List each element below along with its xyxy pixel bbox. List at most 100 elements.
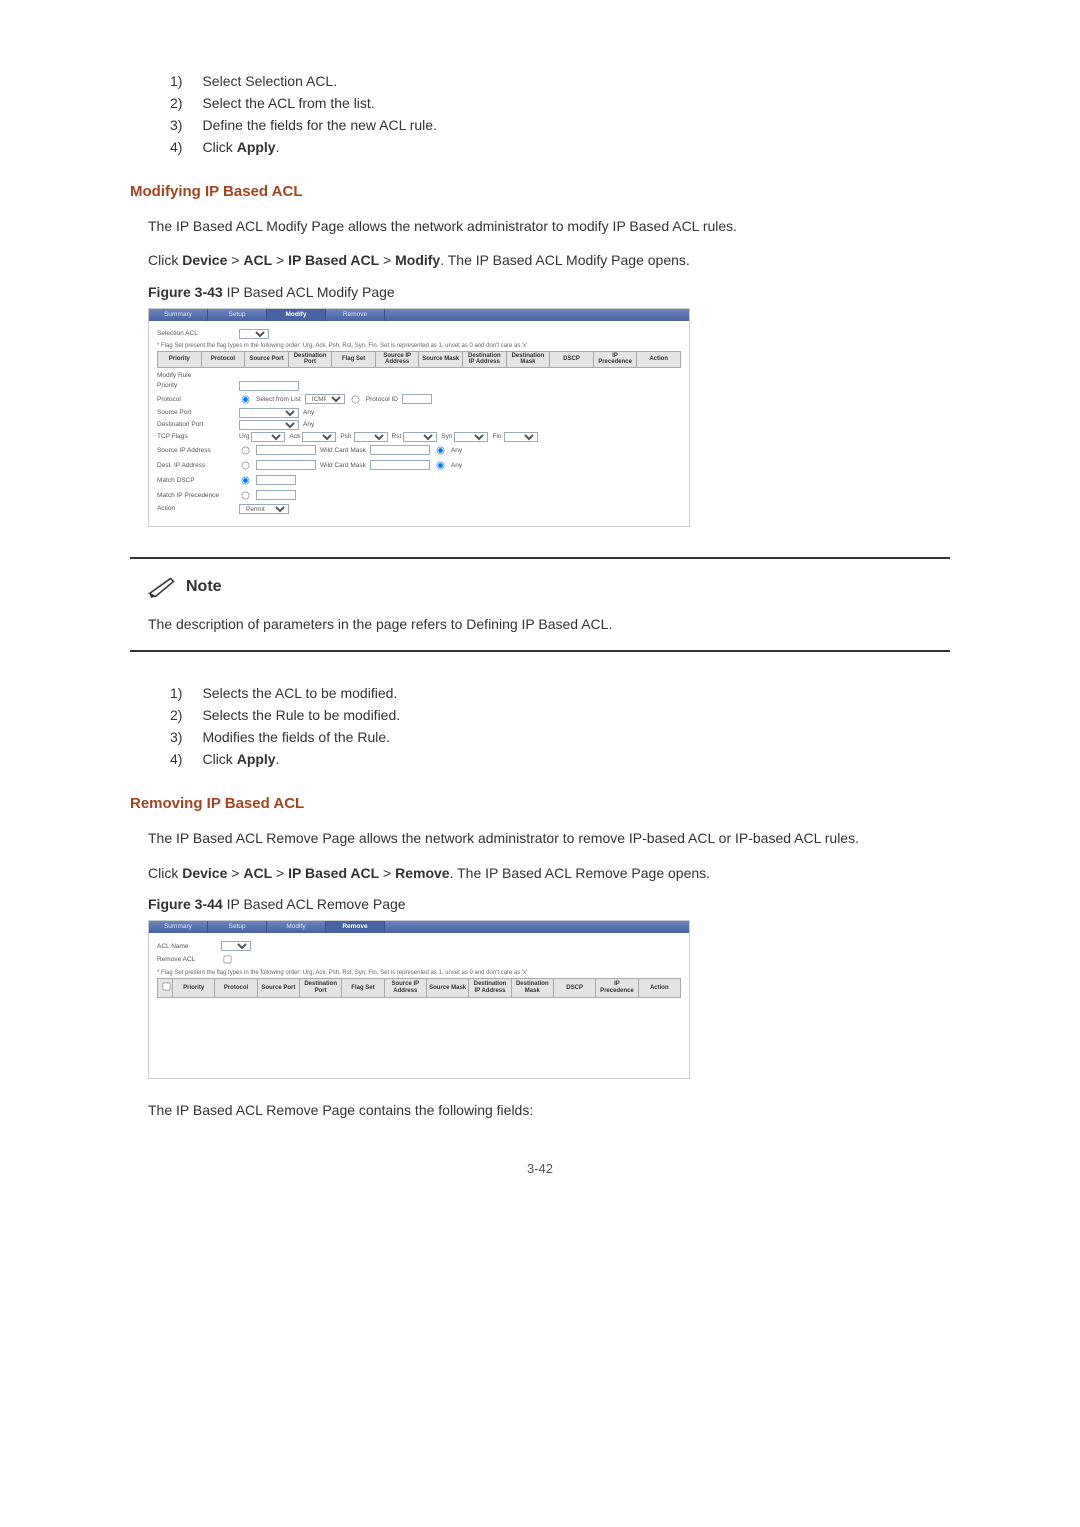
- dst-ip-any-label: Any: [451, 462, 462, 469]
- flag-ack: Ack: [289, 433, 300, 440]
- header-table: PriorityProtocol Source PortDestination …: [157, 351, 681, 368]
- select-all-checkbox[interactable]: [163, 983, 171, 991]
- modify-rule-label: Modify Rule: [157, 372, 681, 379]
- match-ipp-input[interactable]: [256, 490, 296, 500]
- note-text: The description of parameters in the pag…: [148, 613, 950, 635]
- list-item: Modifies the fields of the Rule.: [170, 726, 950, 748]
- dst-ip-input[interactable]: [256, 460, 316, 470]
- tab-remove-2[interactable]: Remove: [326, 921, 385, 933]
- flag-syn-select[interactable]: [454, 432, 488, 442]
- figure-44-screenshot: Summary Setup Modify Remove ACL Name Rem…: [148, 920, 690, 1079]
- priority-input[interactable]: [239, 381, 299, 391]
- protocol-id-input[interactable]: [402, 394, 432, 404]
- dest-port-any: Any: [303, 421, 314, 428]
- tab-setup-2[interactable]: Setup: [208, 921, 267, 933]
- flag-fin-select[interactable]: [504, 432, 538, 442]
- dest-port-select[interactable]: [239, 420, 299, 430]
- figure-43-caption: Figure 3-43 IP Based ACL Modify Page: [148, 284, 950, 300]
- tab-modify-2[interactable]: Modify: [267, 921, 326, 933]
- flag-rst: Rst: [392, 433, 402, 440]
- wild-card-label-1: Wild Card Mask: [320, 447, 366, 454]
- flag-urg: Urg: [239, 433, 249, 440]
- select-from-list-label: Select from List: [256, 396, 301, 403]
- list-item: Select Selection ACL.: [170, 70, 950, 92]
- tab-summary[interactable]: Summary: [149, 309, 208, 321]
- flag-hint: * Flag Set present the flag types in the…: [157, 343, 681, 349]
- tab-bar: Summary Setup Modify Remove: [149, 309, 689, 321]
- list-item: Click Apply.: [170, 136, 950, 158]
- action-label: Action: [157, 505, 235, 512]
- breadcrumb-modify: Click Device > ACL > IP Based ACL > Modi…: [148, 249, 950, 271]
- remove-acl-label: Remove ACL: [157, 956, 217, 963]
- src-ip-input[interactable]: [256, 445, 316, 455]
- flag-ack-select[interactable]: [302, 432, 336, 442]
- flag-psh-select[interactable]: [354, 432, 388, 442]
- tcp-flags-label: TCP Flags: [157, 433, 235, 440]
- source-port-select[interactable]: [239, 408, 299, 418]
- match-dscp-input[interactable]: [256, 475, 296, 485]
- tab-setup[interactable]: Setup: [208, 309, 267, 321]
- tab-summary-2[interactable]: Summary: [149, 921, 208, 933]
- dst-ip-radio[interactable]: [242, 462, 250, 470]
- source-port-label: Source Port: [157, 409, 235, 416]
- protocol-radio-id[interactable]: [351, 396, 359, 404]
- note-rule-bottom: [130, 650, 950, 652]
- tab-remove[interactable]: Remove: [326, 309, 385, 321]
- src-ip-radio[interactable]: [242, 447, 250, 455]
- selection-acl-select[interactable]: [239, 329, 269, 339]
- protocol-select[interactable]: ICMP: [305, 394, 345, 404]
- page-number: 3-42: [130, 1161, 950, 1176]
- steps-a: Select Selection ACL. Select the ACL fro…: [130, 70, 950, 158]
- protocol-id-label: Protocol ID: [366, 396, 398, 403]
- heading-modifying: Modifying IP Based ACL: [130, 183, 950, 200]
- flag-hint-2: * Flag Set present the flag types in the…: [157, 970, 681, 976]
- heading-removing: Removing IP Based ACL: [130, 795, 950, 812]
- list-item: Select the ACL from the list.: [170, 92, 950, 114]
- src-mask-input[interactable]: [370, 445, 430, 455]
- protocol-label: Protocol: [157, 396, 235, 403]
- src-ip-label: Source IP Address: [157, 447, 235, 454]
- selection-acl-label: Selection ACL: [157, 330, 235, 337]
- header-table-2: PriorityProtocol Source PortDestination …: [157, 978, 681, 998]
- note-rule-top: [130, 557, 950, 559]
- dst-ip-any-radio[interactable]: [436, 462, 444, 470]
- dst-ip-label: Dest. IP Address: [157, 462, 235, 469]
- priority-label: Priority: [157, 382, 235, 389]
- wild-card-label-2: Wild Card Mask: [320, 462, 366, 469]
- source-port-any: Any: [303, 409, 314, 416]
- note-label: Note: [186, 578, 222, 596]
- modify-intro: The IP Based ACL Modify Page allows the …: [148, 215, 950, 237]
- list-item: Define the fields for the new ACL rule.: [170, 114, 950, 136]
- src-ip-any-label: Any: [451, 447, 462, 454]
- tab-modify[interactable]: Modify: [267, 309, 326, 321]
- remove-tail: The IP Based ACL Remove Page contains th…: [148, 1099, 950, 1121]
- note-icon: [148, 574, 178, 601]
- flag-syn: Syn: [441, 433, 452, 440]
- action-select[interactable]: Permit: [239, 504, 289, 514]
- flag-urg-select[interactable]: [251, 432, 285, 442]
- figure-44-caption: Figure 3-44 IP Based ACL Remove Page: [148, 896, 950, 912]
- dst-mask-input[interactable]: [370, 460, 430, 470]
- note-header: Note: [148, 574, 950, 601]
- list-item: Selects the ACL to be modified.: [170, 682, 950, 704]
- match-dscp-radio[interactable]: [242, 477, 250, 485]
- remove-intro: The IP Based ACL Remove Page allows the …: [148, 827, 950, 849]
- figure-43-screenshot: Summary Setup Modify Remove Selection AC…: [148, 308, 690, 527]
- flag-fin: Fin: [492, 433, 501, 440]
- tab-bar-2: Summary Setup Modify Remove: [149, 921, 689, 933]
- acl-name-label: ACL Name: [157, 943, 217, 950]
- src-ip-any-radio[interactable]: [436, 447, 444, 455]
- match-ipp-radio[interactable]: [242, 492, 250, 500]
- acl-name-select[interactable]: [221, 941, 251, 951]
- flag-psh: Psh: [340, 433, 351, 440]
- dest-port-label: Destination Port: [157, 421, 235, 428]
- match-ipp-label: Match IP Precedence: [157, 492, 235, 499]
- list-item: Selects the Rule to be modified.: [170, 704, 950, 726]
- steps-b: Selects the ACL to be modified. Selects …: [130, 682, 950, 770]
- list-item: Click Apply.: [170, 748, 950, 770]
- breadcrumb-remove: Click Device > ACL > IP Based ACL > Remo…: [148, 862, 950, 884]
- protocol-radio-list[interactable]: [242, 396, 250, 404]
- flag-rst-select[interactable]: [403, 432, 437, 442]
- remove-acl-checkbox[interactable]: [224, 956, 232, 964]
- match-dscp-label: Match DSCP: [157, 477, 235, 484]
